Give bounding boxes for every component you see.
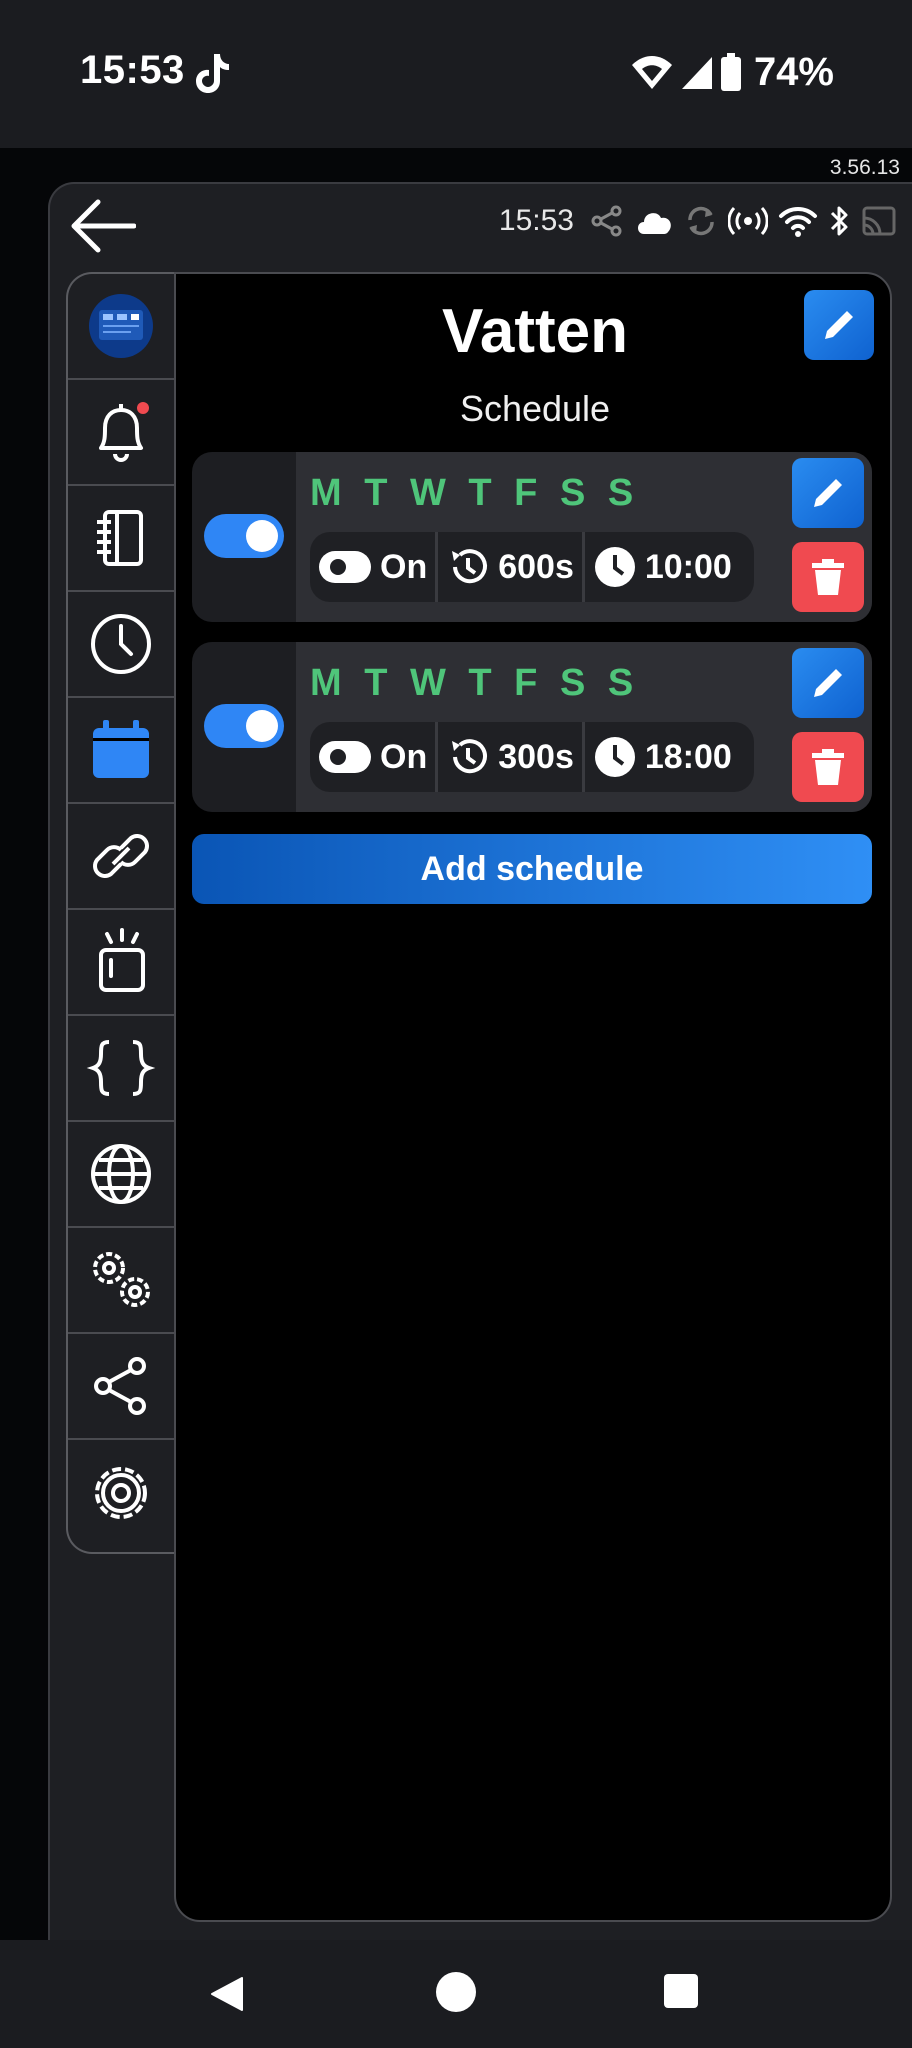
- page-subtitle: Schedule: [459, 388, 611, 429]
- time-segment: 10:00: [581, 532, 740, 602]
- history-icon: [452, 549, 488, 584]
- pencil-icon: [814, 479, 842, 507]
- action-segment: On: [310, 532, 435, 602]
- gear-icon: [95, 1467, 147, 1519]
- duration-segment: 300s: [435, 722, 582, 792]
- sidebar-item-settings[interactable]: [68, 1440, 174, 1546]
- sidebar-item-notifications[interactable]: [68, 380, 174, 486]
- schedule-time: 10:00: [644, 547, 732, 586]
- share-status-icon: [591, 205, 622, 237]
- bluetooth-icon: [830, 206, 848, 236]
- sidebar-item-logs[interactable]: [68, 486, 174, 592]
- delete-schedule-button[interactable]: [792, 542, 864, 612]
- add-schedule-button[interactable]: Add schedule: [192, 834, 872, 904]
- battery-percent: 74%: [753, 50, 834, 94]
- pencil-icon: [814, 669, 842, 697]
- navigation-bar: [0, 1940, 912, 2048]
- schedule-summary: On 300s 18:00: [310, 722, 754, 792]
- connection-bar: 15:53: [499, 204, 896, 238]
- braces-icon: [86, 1040, 156, 1096]
- page-title: Vatten: [441, 297, 629, 366]
- broadcast-icon: [728, 206, 768, 236]
- clock-icon: [91, 614, 151, 674]
- schedule-details[interactable]: M T W T F S S On 300s 18:00: [296, 642, 872, 812]
- bell-icon: [99, 402, 149, 462]
- toggle-on-icon: [319, 741, 371, 773]
- sidebar-item-schedule[interactable]: [68, 698, 174, 804]
- status-time: 15:53: [80, 48, 185, 92]
- sidebar-item-history[interactable]: [68, 592, 174, 698]
- cellular-signal-icon: [681, 56, 712, 89]
- trash-icon: [812, 749, 844, 785]
- action-button-icon: [99, 928, 145, 992]
- duration-segment: 600s: [435, 532, 582, 602]
- nav-home-button[interactable]: [436, 1972, 476, 2012]
- edit-schedule-button[interactable]: [792, 648, 864, 718]
- status-right: 74%: [630, 50, 834, 95]
- schedule-details[interactable]: M T W T F S S On 600s 10:00: [296, 452, 872, 622]
- schedule-action: On: [380, 737, 428, 776]
- tiktok-icon: [196, 54, 229, 93]
- history-icon: [452, 739, 488, 774]
- schedule-panel: Vatten Schedule M T W T F S S On 600s 10…: [174, 272, 892, 1922]
- trash-icon: [812, 559, 844, 595]
- sidebar: [66, 272, 174, 1554]
- schedule-card: M T W T F S S On 300s 18:00: [192, 642, 872, 812]
- back-arrow-icon[interactable]: [70, 198, 136, 254]
- sync-icon: [688, 206, 714, 236]
- gears-icon: [93, 1252, 150, 1307]
- sidebar-item-links[interactable]: [68, 804, 174, 910]
- sidebar-item-device[interactable]: [68, 274, 174, 380]
- edit-schedule-button[interactable]: [792, 458, 864, 528]
- link-icon: [93, 834, 149, 878]
- sidebar-item-web[interactable]: [68, 1122, 174, 1228]
- status-bar: 15:53 74%: [0, 0, 912, 148]
- schedule-enable-toggle[interactable]: [204, 704, 284, 748]
- wifi-icon: [779, 206, 817, 237]
- cast-icon: [862, 206, 896, 236]
- schedule-duration: 600s: [498, 547, 574, 586]
- toggle-on-icon: [319, 551, 371, 583]
- notebook-icon: [97, 510, 143, 566]
- schedule-enable-toggle[interactable]: [204, 514, 284, 558]
- app-version: 3.56.13: [829, 156, 900, 179]
- wifi-status-icon: [631, 55, 672, 89]
- schedule-action: On: [380, 547, 428, 586]
- nav-recents-button[interactable]: [664, 1974, 698, 2008]
- device-thumbnail-icon: [89, 294, 153, 358]
- globe-icon: [91, 1144, 151, 1204]
- edit-device-button[interactable]: [804, 290, 874, 360]
- schedule-days: M T W T F S S: [310, 472, 640, 514]
- time-segment: 18:00: [581, 722, 740, 792]
- sidebar-item-actions[interactable]: [68, 910, 174, 1016]
- sidebar-item-share[interactable]: [68, 1334, 174, 1440]
- action-segment: On: [310, 722, 435, 792]
- delete-schedule-button[interactable]: [792, 732, 864, 802]
- schedule-duration: 300s: [498, 737, 574, 776]
- cloud-icon: [638, 213, 671, 234]
- clock-solid-icon: [594, 737, 635, 777]
- schedule-time: 18:00: [644, 737, 732, 776]
- sidebar-item-advanced[interactable]: [68, 1228, 174, 1334]
- nav-back-icon[interactable]: [206, 1974, 246, 2014]
- sidebar-item-scripts[interactable]: [68, 1016, 174, 1122]
- clock-solid-icon: [594, 547, 635, 587]
- schedule-card: M T W T F S S On 600s 10:00: [192, 452, 872, 622]
- app-time: 15:53: [498, 204, 574, 237]
- schedule-days: M T W T F S S: [310, 662, 640, 704]
- calendar-icon: [93, 720, 149, 778]
- schedule-summary: On 600s 10:00: [310, 532, 754, 602]
- pencil-icon: [825, 311, 853, 339]
- battery-icon: [720, 52, 741, 91]
- share-icon: [94, 1357, 146, 1415]
